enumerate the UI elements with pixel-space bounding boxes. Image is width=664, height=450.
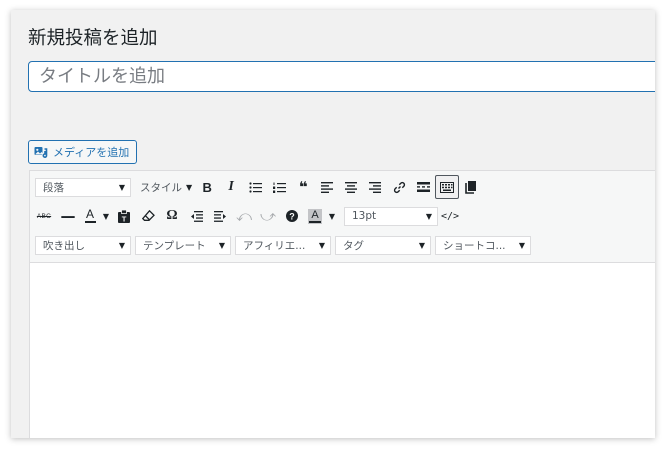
align-center-icon[interactable] (339, 175, 363, 199)
toolbar-toggle-icon[interactable] (435, 175, 460, 199)
align-left-icon[interactable] (315, 175, 339, 199)
strikethrough-icon[interactable]: ABC (32, 204, 56, 228)
bullet-list-icon[interactable] (243, 175, 267, 199)
bold-icon[interactable]: B (195, 175, 219, 199)
chevron-down-icon: ▼ (186, 182, 193, 192)
background-color-icon[interactable]: A (304, 204, 326, 228)
shortcode-select[interactable]: ショートコ... ▼ (435, 235, 531, 255)
format-select-value: 段落 (43, 181, 64, 194)
editor-panel: 新規投稿を追加 メディアを追加 段落 ▼ スタイル (11, 10, 655, 438)
format-select[interactable]: 段落 ▼ (35, 177, 131, 197)
chevron-down-icon: ▼ (318, 240, 325, 250)
special-character-icon[interactable]: Ω (160, 204, 184, 228)
post-title-input[interactable] (28, 61, 655, 92)
code-icon[interactable]: </> (438, 204, 462, 228)
affiliate-select[interactable]: アフィリエ... ▼ (235, 235, 331, 255)
redo-icon[interactable]: ⤻ (256, 204, 280, 228)
affiliate-label: アフィリエ... (243, 239, 306, 252)
tag-label: タグ (343, 239, 364, 252)
blockquote-icon[interactable]: ❝ (291, 175, 315, 199)
speech-bubble-select[interactable]: 吹き出し ▼ (35, 235, 131, 255)
paste-text-icon[interactable]: T (112, 204, 136, 228)
shortcode-label: ショートコ... (443, 239, 506, 252)
undo-icon[interactable]: ⤺ (232, 204, 256, 228)
clear-formatting-icon[interactable] (136, 204, 160, 228)
style-dropdown[interactable]: スタイル ▼ (137, 180, 195, 195)
font-size-value: 13pt (352, 210, 377, 222)
chevron-down-icon: ▼ (518, 240, 525, 250)
outdent-icon[interactable] (184, 204, 208, 228)
page-title: 新規投稿を追加 (28, 28, 158, 49)
chevron-down-icon: ▼ (118, 240, 125, 250)
add-media-button[interactable]: メディアを追加 (28, 140, 138, 164)
toolbar-row-3: 吹き出し ▼ テンプレート ▼ アフィリエ... ▼ タグ ▼ ショートコ...… (30, 232, 531, 258)
align-right-icon[interactable] (363, 175, 387, 199)
svg-text:T: T (122, 214, 127, 223)
italic-icon[interactable]: I (219, 175, 243, 199)
link-icon[interactable] (387, 175, 411, 199)
media-icon (34, 146, 48, 159)
chevron-down-icon: ▼ (425, 211, 432, 221)
editor-content-area[interactable] (30, 263, 655, 438)
editor: 段落 ▼ スタイル ▼ B I ❝ ABC — A ▼ T Ω ⤺ ⤻ ? A … (29, 170, 655, 438)
chevron-down-icon: ▼ (218, 240, 225, 250)
numbered-list-icon[interactable] (267, 175, 291, 199)
style-dropdown-label: スタイル (140, 181, 182, 194)
help-icon[interactable]: ? (280, 204, 304, 228)
chevron-down-icon: ▼ (118, 182, 125, 192)
chevron-down-icon[interactable]: ▼ (326, 204, 338, 228)
chevron-down-icon[interactable]: ▼ (100, 204, 112, 228)
chevron-down-icon: ▼ (418, 240, 425, 250)
svg-text:?: ? (289, 211, 295, 221)
read-more-icon[interactable] (411, 175, 435, 199)
toolbar-row-2: ABC — A ▼ T Ω ⤺ ⤻ ? A ▼ 13pt ▼ </> (30, 203, 462, 229)
distraction-free-icon[interactable] (459, 175, 483, 199)
speech-bubble-label: 吹き出し (43, 239, 85, 252)
horizontal-rule-icon[interactable]: — (56, 204, 80, 228)
tag-select[interactable]: タグ ▼ (335, 235, 431, 255)
text-color-icon[interactable]: A (80, 204, 100, 228)
toolbar-row-1: 段落 ▼ スタイル ▼ B I ❝ (30, 174, 483, 200)
add-media-label: メディアを追加 (53, 146, 130, 159)
font-size-select[interactable]: 13pt ▼ (344, 206, 438, 226)
template-label: テンプレート (143, 239, 206, 252)
indent-icon[interactable] (208, 204, 232, 228)
template-select[interactable]: テンプレート ▼ (135, 235, 231, 255)
editor-toolbar: 段落 ▼ スタイル ▼ B I ❝ ABC — A ▼ T Ω ⤺ ⤻ ? A … (30, 171, 655, 263)
